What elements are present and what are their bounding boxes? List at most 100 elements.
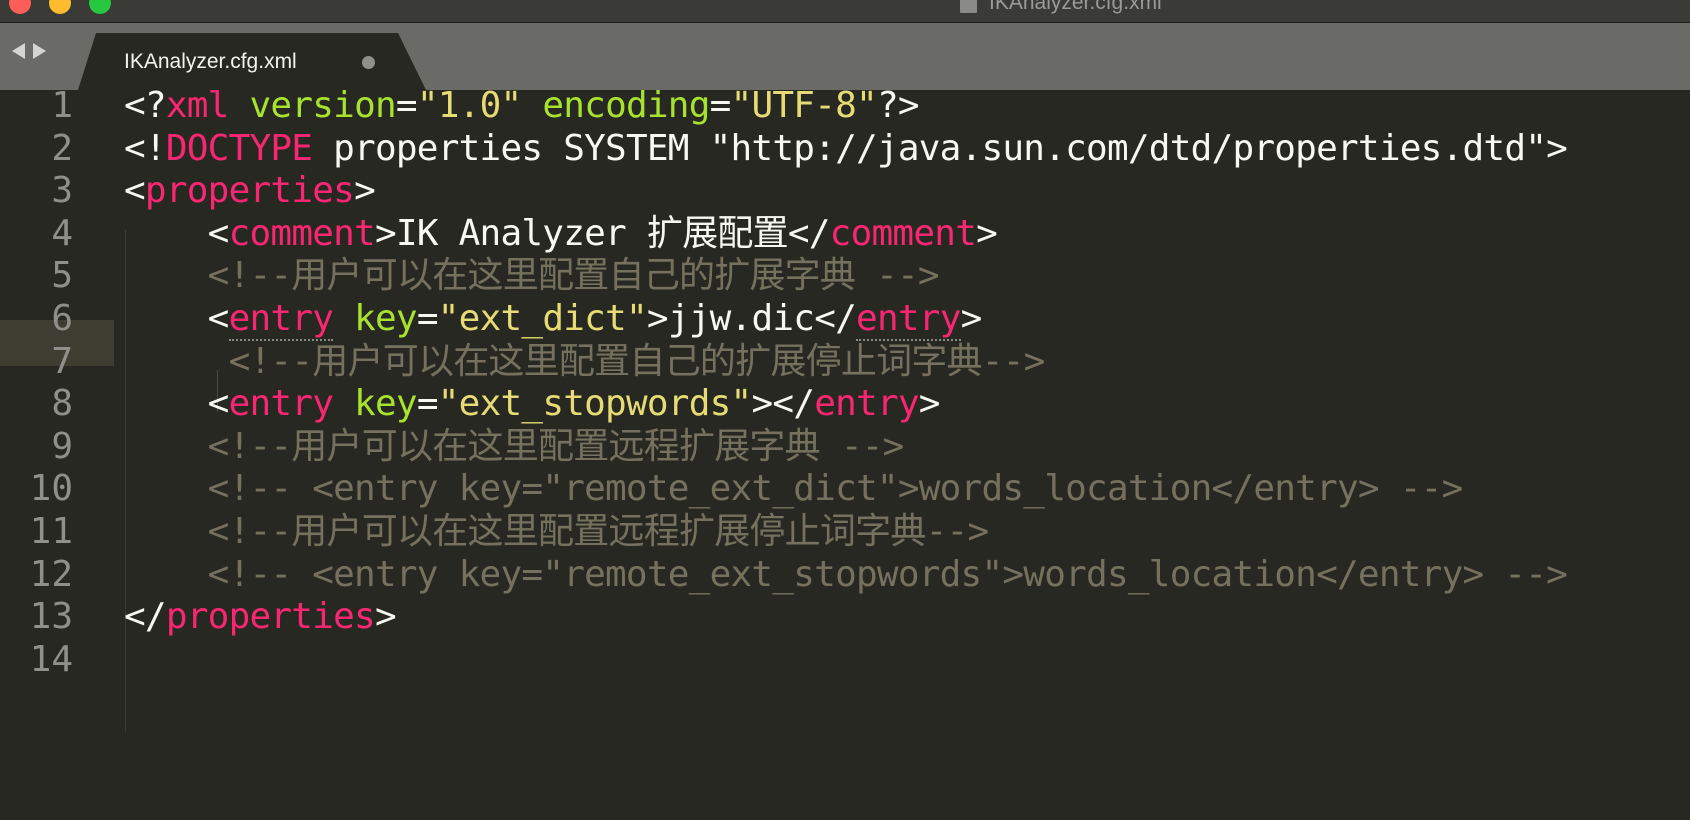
code-content: <?xml version="1.0" encoding="UTF-8"?> xyxy=(124,90,920,129)
line-number: 8 xyxy=(51,383,73,425)
title-bar: IKAnalyzer.cfg.xml xyxy=(0,0,1690,23)
code-line[interactable]: 6 <entry key="ext_dict">jjw.dic</entry> xyxy=(0,296,1690,342)
token-tag: entry xyxy=(856,298,961,341)
line-number: 10 xyxy=(29,468,73,510)
code-line[interactable]: 11 <!--用户可以在这里配置远程扩展停止词字典--> xyxy=(0,509,1690,555)
unsaved-changes-dot-icon[interactable] xyxy=(362,56,375,69)
line-number: 1 xyxy=(51,90,73,126)
token-tag: xml xyxy=(165,90,230,126)
token-str: "ext_stopwords" xyxy=(437,383,752,425)
token-punct: > xyxy=(960,298,983,339)
token-punct: ></ xyxy=(751,383,815,425)
code-line[interactable]: 9 <!--用户可以在这里配置远程扩展字典 --> xyxy=(0,424,1690,470)
code-content: <!--用户可以在这里配置自己的扩展停止词字典--> xyxy=(124,339,1046,385)
token-cmt: <!--用户可以在这里配置远程扩展字典 --> xyxy=(207,425,905,467)
code-content: </properties> xyxy=(124,594,397,640)
line-number: 7 xyxy=(51,340,73,382)
token-punct: > xyxy=(374,596,397,638)
code-content: <!--用户可以在这里配置自己的扩展字典 --> xyxy=(124,253,940,299)
token-punct: < xyxy=(207,212,230,254)
code-content: <!--用户可以在这里配置远程扩展停止词字典--> xyxy=(124,509,989,555)
code-line[interactable]: 3 <properties> xyxy=(0,168,1690,214)
code-content: <comment>IK Analyzer 扩展配置</comment> xyxy=(124,211,998,257)
token-txt: jjw.dic xyxy=(667,298,815,339)
code-content: <!--用户可以在这里配置远程扩展字典 --> xyxy=(124,424,905,470)
previous-tab-arrow-icon[interactable] xyxy=(12,43,25,59)
code-line[interactable]: 5 <!--用户可以在这里配置自己的扩展字典 --> xyxy=(0,253,1690,299)
code-content: <!DOCTYPE properties SYSTEM "http://java… xyxy=(124,126,1568,172)
token-punct: > xyxy=(354,170,376,212)
line-number: 12 xyxy=(29,553,73,595)
code-line[interactable]: 14 xyxy=(0,637,1690,683)
code-line[interactable]: 7 <!--用户可以在这里配置自己的扩展停止词字典--> xyxy=(0,339,1690,385)
token-tag: entry xyxy=(814,383,919,425)
token-punct: > xyxy=(374,212,397,254)
token-punct: = xyxy=(709,90,732,126)
token-cmt: <!--用户可以在这里配置远程扩展停止词字典--> xyxy=(207,511,989,552)
line-number: 13 xyxy=(29,596,73,638)
token-punct: = xyxy=(416,298,439,339)
token-punct: </ xyxy=(814,298,857,339)
token-str: "ext_dict" xyxy=(437,298,648,339)
line-number: 4 xyxy=(51,212,73,254)
code-line[interactable]: 4 <comment>IK Analyzer 扩展配置</comment> xyxy=(0,211,1690,257)
next-tab-arrow-icon[interactable] xyxy=(33,43,46,59)
document-icon xyxy=(960,0,977,13)
token-punct: > xyxy=(646,298,669,339)
tab-navigation xyxy=(12,43,46,59)
code-line[interactable]: 10 <!-- <entry key="remote_ext_dict">wor… xyxy=(0,466,1690,512)
token-punct: </ xyxy=(124,596,167,638)
token-cmt: <!-- <entry key="remote_ext_stopwords">w… xyxy=(207,553,1568,595)
maximize-window-button[interactable] xyxy=(89,0,111,14)
line-number: 14 xyxy=(29,638,73,680)
token-punct: <! xyxy=(124,127,167,169)
line-number: 9 xyxy=(51,425,73,467)
code-line[interactable]: 8 <entry key="ext_stopwords"></entry> xyxy=(0,381,1690,427)
token-str: "1.0" xyxy=(416,90,522,126)
token-cmt: <!-- <entry key="remote_ext_dict">words_… xyxy=(207,468,1464,510)
token-str: "UTF-8" xyxy=(730,90,878,126)
token-tag: entry xyxy=(228,298,334,341)
token-tag: properties xyxy=(165,596,376,638)
token-tag: comment xyxy=(829,212,977,254)
token-punct: ?> xyxy=(876,90,920,126)
minimize-window-button[interactable] xyxy=(49,0,71,14)
code-editor[interactable]: 1 <?xml version="1.0" encoding="UTF-8"?> 2… xyxy=(0,90,1690,820)
window-title: IKAnalyzer.cfg.xml xyxy=(960,0,1162,14)
editor-window: IKAnalyzer.cfg.xml IKAnalyzer.cfg.xml 1 <… xyxy=(0,0,1690,820)
code-line[interactable]: 12 <!-- <entry key="remote_ext_stopwords… xyxy=(0,552,1690,598)
code-line[interactable]: 13 </properties> xyxy=(0,594,1690,640)
token-punct: = xyxy=(395,90,418,126)
code-line[interactable]: 1 <?xml version="1.0" encoding="UTF-8"?> xyxy=(0,90,1690,129)
close-window-button[interactable] xyxy=(9,0,31,14)
token-cmt: <!--用户可以在这里配置自己的扩展字典 --> xyxy=(207,255,940,297)
tab-label: IKAnalyzer.cfg.xml xyxy=(124,49,297,73)
line-number: 11 xyxy=(29,511,73,552)
code-content: <properties> xyxy=(124,168,376,214)
code-content: <entry key="ext_dict">jjw.dic</entry> xyxy=(124,296,982,342)
code-line[interactable]: 2 <!DOCTYPE properties SYSTEM "http://jav… xyxy=(0,126,1690,172)
token-tag: comment xyxy=(228,212,376,254)
token-punct: < xyxy=(207,383,230,425)
tab-bar: IKAnalyzer.cfg.xml xyxy=(0,23,1690,90)
window-title-text: IKAnalyzer.cfg.xml xyxy=(989,0,1162,14)
line-number: 2 xyxy=(51,127,73,169)
tab-ikanalyzer-cfg-xml[interactable]: IKAnalyzer.cfg.xml xyxy=(78,33,426,90)
line-number: 6 xyxy=(51,298,73,339)
code-content: <!-- <entry key="remote_ext_stopwords">w… xyxy=(124,552,1568,598)
token-tag: properties xyxy=(144,170,355,212)
token-cmt: <!--用户可以在这里配置自己的扩展停止词字典--> xyxy=(228,340,1046,382)
